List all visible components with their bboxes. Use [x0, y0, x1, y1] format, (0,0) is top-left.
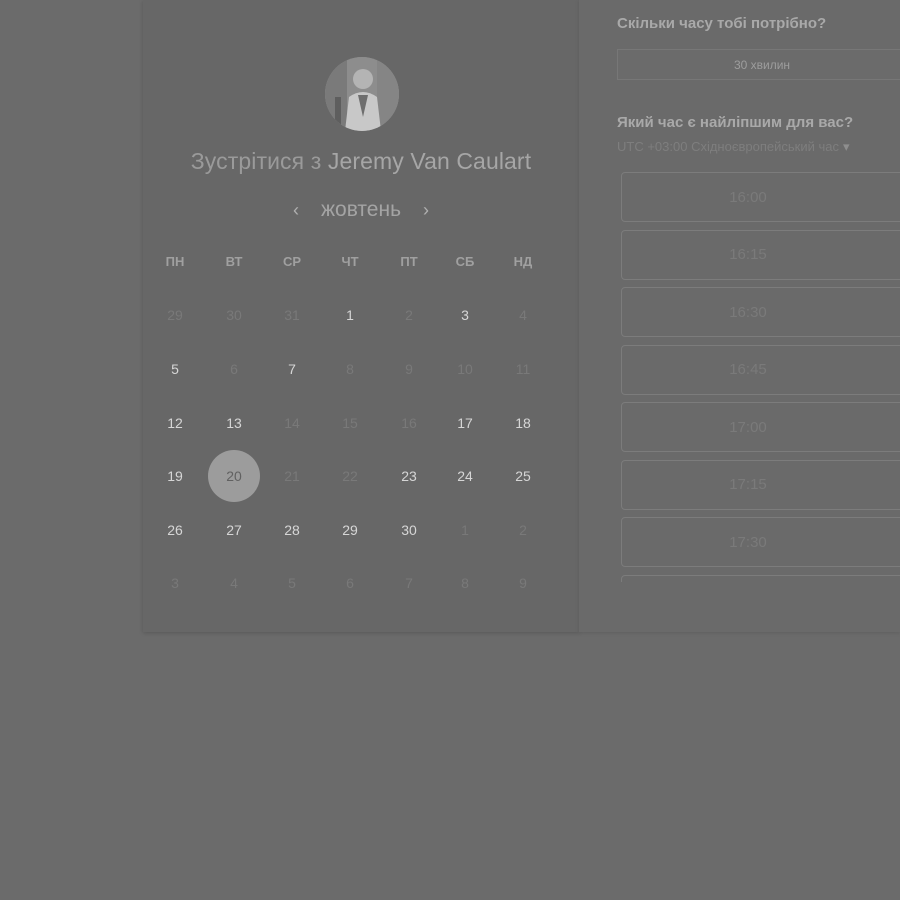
calendar-day[interactable]: 18 — [497, 397, 549, 449]
calendar-day-disabled: 8 — [346, 361, 354, 377]
calendar-card: Зустрітися з Jeremy Van Caulart ‹ жовтен… — [143, 0, 579, 632]
calendar-day[interactable]: 3 — [439, 289, 491, 341]
time-slot-button[interactable]: 16:30 — [621, 287, 900, 337]
duration-question: Скільки часу тобі потрібно? — [617, 15, 827, 32]
time-slot-label: 16:30 — [729, 303, 767, 321]
timezone-select[interactable]: UTC +03:00 Східноєвропейський час ▾ — [617, 139, 850, 155]
calendar-day-disabled: 15 — [342, 415, 358, 431]
time-slot-button[interactable]: 16:15 — [621, 229, 900, 280]
calendar-day-selected[interactable]: 20 — [208, 450, 260, 502]
calendar-day-disabled: 31 — [284, 307, 300, 323]
time-slot-label: 16:15 — [729, 246, 767, 263]
calendar-day-disabled: 2 — [519, 522, 527, 538]
calendar-day-disabled: 8 — [461, 575, 469, 591]
timezone-label: UTC +03:00 Східноєвропейський час — [617, 139, 839, 154]
calendar-day-disabled: 6 — [230, 361, 238, 377]
time-slot-button[interactable]: 16:00 — [621, 172, 900, 222]
calendar-day[interactable]: 30 — [383, 504, 435, 556]
calendar-day-disabled: 14 — [284, 415, 300, 431]
calendar-day-disabled: 10 — [457, 361, 473, 377]
calendar-day[interactable]: 27 — [208, 504, 260, 556]
booking-panel: Скільки часу тобі потрібно? 30 хвилин Як… — [579, 0, 900, 632]
time-slot-button[interactable]: 17:00 — [621, 402, 900, 452]
time-slot-button[interactable]: 16:45 — [621, 344, 900, 395]
time-slot-label: 16:45 — [729, 361, 767, 378]
time-question: Який час є найліпшим для вас? — [617, 114, 854, 131]
calendar-day[interactable]: 7 — [266, 343, 318, 395]
calendar-day-disabled: 22 — [342, 468, 358, 484]
time-slot-list[interactable]: 16:00 16:15 16:30 16:45 17:00 17:15 17:30 — [621, 172, 900, 582]
time-slot-label: 17:15 — [729, 476, 767, 493]
time-slot-button[interactable]: 17:15 — [621, 459, 900, 510]
calendar-day-disabled: 7 — [405, 575, 413, 591]
calendar-day-disabled: 4 — [519, 307, 527, 323]
calendar-day[interactable]: 28 — [266, 504, 318, 556]
calendar-day-disabled: 4 — [230, 575, 238, 591]
calendar-day[interactable]: 25 — [497, 450, 549, 502]
calendar-day-disabled: 3 — [171, 575, 179, 591]
calendar-day[interactable]: 1 — [324, 289, 376, 341]
calendar-day-disabled: 21 — [284, 468, 300, 484]
calendar-grid: 29 30 31 1 2 3 4 5 6 7 8 9 10 11 12 13 14 15 16 17 18 19 20 21 2… — [143, 0, 579, 632]
calendar-day-disabled: 9 — [519, 575, 527, 591]
calendar-day-disabled: 30 — [226, 307, 242, 323]
calendar-day-disabled: 9 — [405, 361, 413, 377]
calendar-day-disabled: 16 — [401, 415, 417, 431]
duration-select[interactable]: 30 хвилин — [617, 49, 900, 80]
calendar-day[interactable]: 23 — [383, 450, 435, 502]
time-slot-label: 16:00 — [729, 188, 767, 206]
calendar-day[interactable]: 29 — [324, 504, 376, 556]
calendar-day-disabled: 6 — [346, 575, 354, 591]
calendar-day[interactable]: 26 — [149, 504, 201, 556]
calendar-day[interactable]: 24 — [439, 450, 491, 502]
time-slot-button[interactable] — [621, 574, 900, 582]
calendar-day-disabled: 5 — [288, 575, 296, 591]
calendar-day[interactable]: 13 — [208, 397, 260, 449]
calendar-day[interactable]: 19 — [149, 450, 201, 502]
caret-down-icon: ▾ — [842, 139, 850, 154]
calendar-day-disabled: 2 — [405, 307, 413, 323]
time-slot-label: 17:30 — [729, 533, 767, 551]
time-slot-label: 17:00 — [729, 418, 767, 436]
calendar-day[interactable]: 5 — [149, 343, 201, 395]
calendar-day[interactable]: 17 — [439, 397, 491, 449]
calendar-day-disabled: 29 — [167, 307, 183, 323]
calendar-day-disabled: 1 — [461, 522, 469, 538]
calendar-day[interactable]: 12 — [149, 397, 201, 449]
calendar-day-disabled: 11 — [515, 361, 531, 377]
duration-value: 30 хвилин — [733, 57, 791, 72]
time-slot-button[interactable]: 17:30 — [621, 517, 900, 567]
